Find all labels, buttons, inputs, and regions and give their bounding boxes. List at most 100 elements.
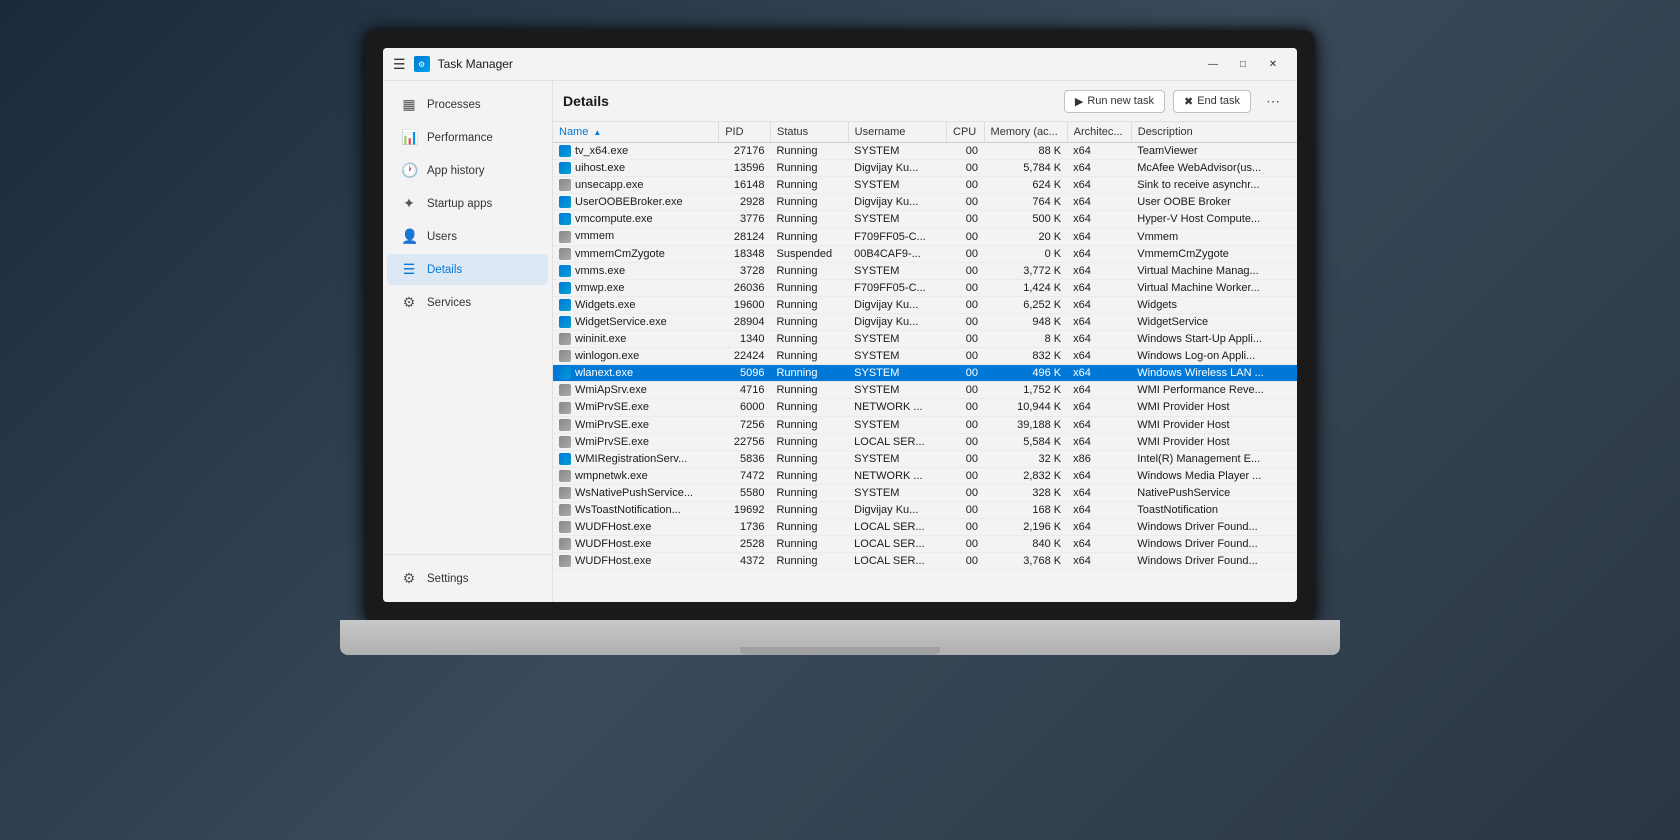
cell-memory: 20 K <box>984 228 1067 245</box>
cell-pid: 27176 <box>719 143 771 160</box>
close-button[interactable]: ✕ <box>1259 54 1287 74</box>
app-history-icon: 🕐 <box>401 162 417 179</box>
table-row[interactable]: UserOOBEBroker.exe 2928 Running Digvijay… <box>553 194 1297 211</box>
cell-arch: x64 <box>1067 296 1131 313</box>
table-row[interactable]: wlanext.exe 5096 Running SYSTEM 00 496 K… <box>553 365 1297 382</box>
table-row[interactable]: WMIRegistrationServ... 5836 Running SYST… <box>553 450 1297 467</box>
cell-arch: x64 <box>1067 519 1131 536</box>
more-options-button[interactable]: ⋯ <box>1259 87 1287 115</box>
table-row[interactable]: vmcompute.exe 3776 Running SYSTEM 00 500… <box>553 211 1297 228</box>
sidebar-label-users: Users <box>427 231 457 243</box>
cell-description: User OOBE Broker <box>1131 194 1297 211</box>
cell-status: Running <box>770 467 848 484</box>
cell-status: Running <box>770 331 848 348</box>
cell-pid: 4716 <box>719 382 771 399</box>
table-row[interactable]: Widgets.exe 19600 Running Digvijay Ku...… <box>553 296 1297 313</box>
table-row[interactable]: vmmem 28124 Running F709FF05-C... 00 20 … <box>553 228 1297 245</box>
col-description[interactable]: Description <box>1131 122 1297 143</box>
minimize-button[interactable]: — <box>1199 54 1227 74</box>
cell-status: Running <box>770 416 848 433</box>
table-row[interactable]: winlogon.exe 22424 Running SYSTEM 00 832… <box>553 348 1297 365</box>
cell-cpu: 00 <box>947 143 985 160</box>
table-row[interactable]: WsToastNotification... 19692 Running Dig… <box>553 501 1297 518</box>
sidebar-item-app-history[interactable]: 🕐 App history <box>387 155 548 186</box>
table-row[interactable]: WmiPrvSE.exe 7256 Running SYSTEM 00 39,1… <box>553 416 1297 433</box>
cell-pid: 5836 <box>719 450 771 467</box>
table-row[interactable]: WUDFHost.exe 4372 Running LOCAL SER... 0… <box>553 553 1297 570</box>
process-icon <box>559 384 571 396</box>
sidebar-item-startup-apps[interactable]: ✦ Startup apps <box>387 188 548 219</box>
col-username[interactable]: Username <box>848 122 946 143</box>
table-row[interactable]: wmpnetwk.exe 7472 Running NETWORK ... 00… <box>553 467 1297 484</box>
table-row[interactable]: WmiPrvSE.exe 6000 Running NETWORK ... 00… <box>553 399 1297 416</box>
table-row[interactable]: WsNativePushService... 5580 Running SYST… <box>553 484 1297 501</box>
run-new-task-button[interactable]: ▶ Run new task <box>1064 90 1165 113</box>
cell-name: WidgetService.exe <box>553 313 719 330</box>
sidebar-item-processes[interactable]: ▦ Processes <box>387 89 548 120</box>
sidebar-item-performance[interactable]: 📊 Performance <box>387 122 548 153</box>
cell-memory: 0 K <box>984 245 1067 262</box>
cell-description: Widgets <box>1131 296 1297 313</box>
sidebar-item-details[interactable]: ☰ Details <box>387 254 548 285</box>
col-status[interactable]: Status <box>770 122 848 143</box>
table-row[interactable]: WmiPrvSE.exe 22756 Running LOCAL SER... … <box>553 433 1297 450</box>
cell-description: VmmemCmZygote <box>1131 245 1297 262</box>
sidebar-item-settings[interactable]: ⚙ Settings <box>387 563 548 594</box>
cell-username: F709FF05-C... <box>848 228 946 245</box>
cell-description: ToastNotification <box>1131 501 1297 518</box>
sidebar-item-services[interactable]: ⚙ Services <box>387 287 548 318</box>
col-cpu[interactable]: CPU <box>947 122 985 143</box>
table-row[interactable]: wininit.exe 1340 Running SYSTEM 00 8 K x… <box>553 331 1297 348</box>
col-name[interactable]: Name ▲ <box>553 122 719 143</box>
cell-pid: 3728 <box>719 262 771 279</box>
hamburger-icon[interactable]: ☰ <box>393 56 406 73</box>
cell-memory: 32 K <box>984 450 1067 467</box>
table-row[interactable]: unsecapp.exe 16148 Running SYSTEM 00 624… <box>553 177 1297 194</box>
end-icon: ✖ <box>1184 95 1193 108</box>
sidebar-label-performance: Performance <box>427 132 493 144</box>
table-row[interactable]: tv_x64.exe 27176 Running SYSTEM 00 88 K … <box>553 143 1297 160</box>
maximize-button[interactable]: □ <box>1229 54 1257 74</box>
cell-status: Running <box>770 399 848 416</box>
task-manager-window: ☰ ⚙ Task Manager — □ ✕ ▦ <box>383 48 1297 602</box>
cell-username: LOCAL SER... <box>848 519 946 536</box>
sidebar: ▦ Processes 📊 Performance 🕐 App history <box>383 81 553 602</box>
cell-arch: x64 <box>1067 279 1131 296</box>
cell-memory: 764 K <box>984 194 1067 211</box>
cell-memory: 496 K <box>984 365 1067 382</box>
cell-description: Windows Log-on Appli... <box>1131 348 1297 365</box>
table-row[interactable]: WmiApSrv.exe 4716 Running SYSTEM 00 1,75… <box>553 382 1297 399</box>
cell-status: Running <box>770 160 848 177</box>
cell-description: Windows Wireless LAN ... <box>1131 365 1297 382</box>
cell-cpu: 00 <box>947 399 985 416</box>
cell-username: SYSTEM <box>848 177 946 194</box>
cell-pid: 1736 <box>719 519 771 536</box>
cell-username: SYSTEM <box>848 348 946 365</box>
details-table-container[interactable]: Name ▲ PID Status Username CPU Memory (a… <box>553 122 1297 602</box>
end-task-button[interactable]: ✖ End task <box>1173 90 1251 113</box>
details-table: Name ▲ PID Status Username CPU Memory (a… <box>553 122 1297 570</box>
cell-status: Running <box>770 484 848 501</box>
cell-pid: 5096 <box>719 365 771 382</box>
cell-arch: x64 <box>1067 313 1131 330</box>
cell-username: SYSTEM <box>848 143 946 160</box>
cell-status: Running <box>770 143 848 160</box>
cell-memory: 3,768 K <box>984 553 1067 570</box>
table-row[interactable]: WUDFHost.exe 2528 Running LOCAL SER... 0… <box>553 536 1297 553</box>
process-icon <box>559 419 571 431</box>
table-row[interactable]: WUDFHost.exe 1736 Running LOCAL SER... 0… <box>553 519 1297 536</box>
cell-cpu: 00 <box>947 211 985 228</box>
table-row[interactable]: WidgetService.exe 28904 Running Digvijay… <box>553 313 1297 330</box>
col-memory[interactable]: Memory (ac... <box>984 122 1067 143</box>
table-row[interactable]: vmwp.exe 26036 Running F709FF05-C... 00 … <box>553 279 1297 296</box>
table-row[interactable]: uihost.exe 13596 Running Digvijay Ku... … <box>553 160 1297 177</box>
table-row[interactable]: vmmemCmZygote 18348 Suspended 00B4CAF9-.… <box>553 245 1297 262</box>
table-row[interactable]: vmms.exe 3728 Running SYSTEM 00 3,772 K … <box>553 262 1297 279</box>
cell-status: Running <box>770 553 848 570</box>
sidebar-item-users[interactable]: 👤 Users <box>387 221 548 252</box>
cell-arch: x64 <box>1067 177 1131 194</box>
col-pid[interactable]: PID <box>719 122 771 143</box>
cell-memory: 10,944 K <box>984 399 1067 416</box>
col-arch[interactable]: Architec... <box>1067 122 1131 143</box>
cell-status: Running <box>770 279 848 296</box>
